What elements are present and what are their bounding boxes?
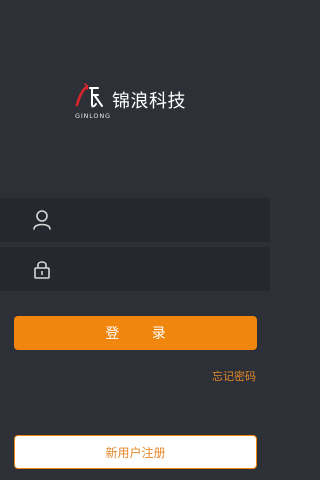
company-name: 锦浪科技: [112, 91, 186, 112]
password-input[interactable]: [66, 255, 260, 285]
company-name-latin: GINLONG: [75, 112, 111, 120]
register-button[interactable]: 新用户注册: [14, 435, 257, 469]
ginlong-logo-icon: [75, 83, 103, 108]
username-input[interactable]: [66, 206, 260, 236]
brand-logo: 锦浪科技 GINLONG: [74, 82, 204, 126]
lock-icon: [34, 261, 50, 279]
user-icon: [33, 210, 51, 230]
login-button[interactable]: 登 录: [14, 316, 257, 350]
username-field[interactable]: [0, 198, 270, 242]
forgot-password-link[interactable]: 忘记密码: [212, 368, 256, 384]
password-field[interactable]: [0, 247, 270, 291]
